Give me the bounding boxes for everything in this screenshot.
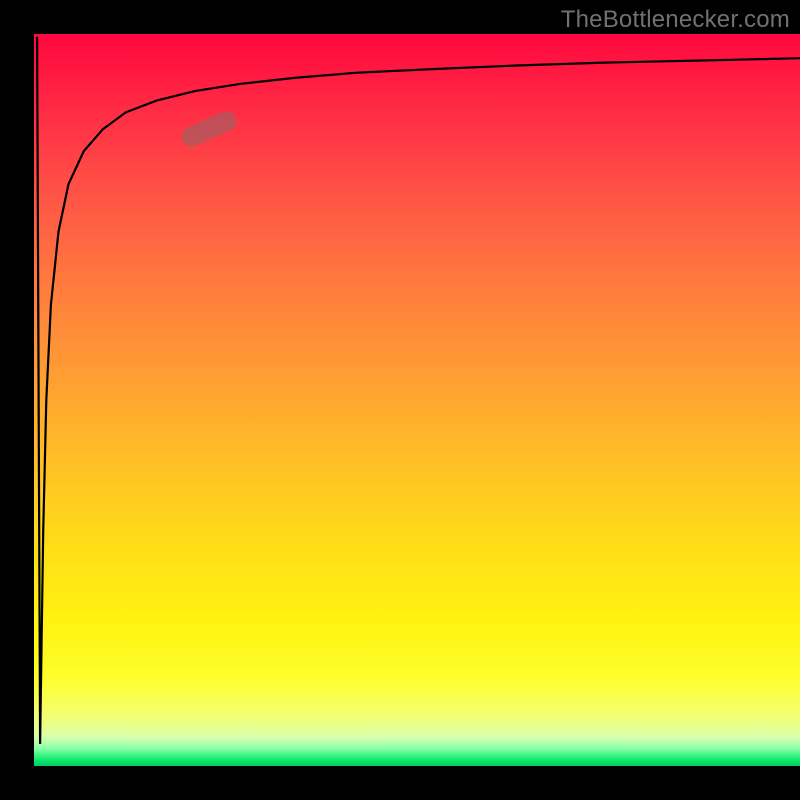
plot-area [34,34,800,766]
curve-layer [34,34,800,766]
value-curve [37,38,800,744]
chart-container: TheBottlenecker.com [0,0,800,800]
watermark-text: TheBottlenecker.com [561,6,790,34]
